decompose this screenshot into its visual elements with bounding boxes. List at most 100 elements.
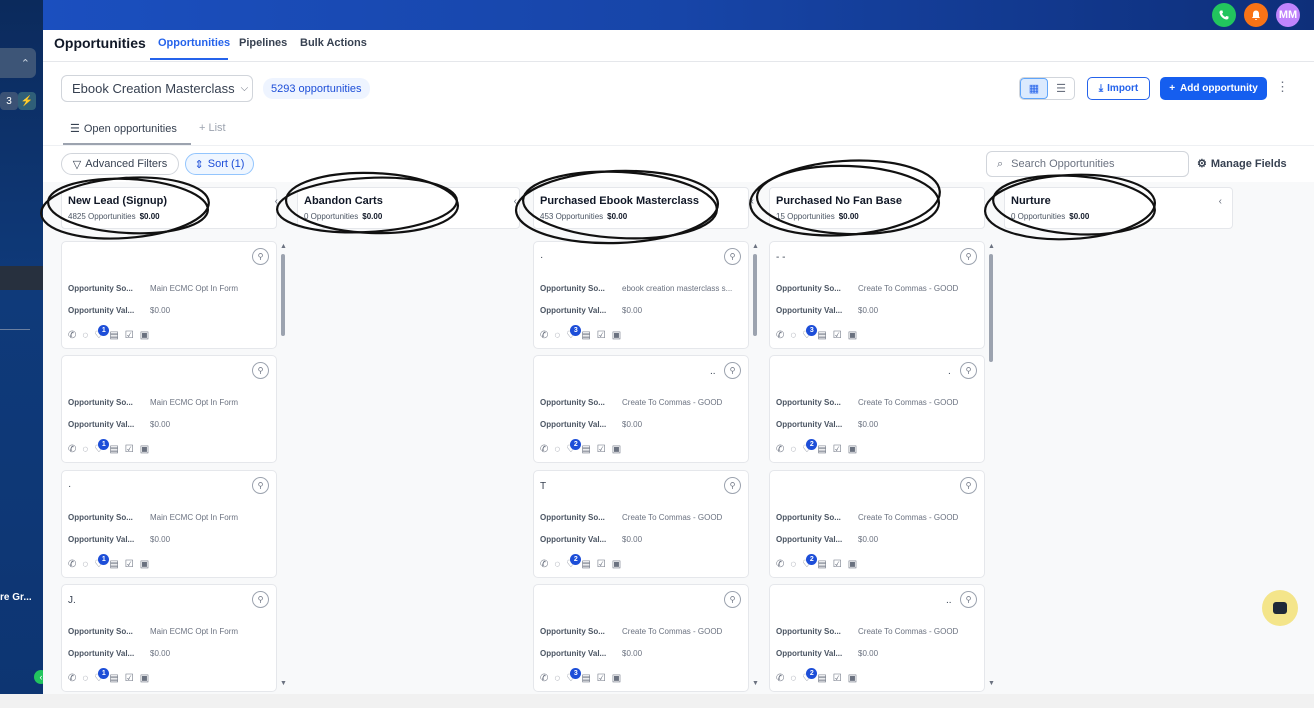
chat-icon[interactable]: ◌ bbox=[82, 673, 88, 684]
manage-fields-button[interactable]: ⚙ Manage Fields bbox=[1197, 157, 1287, 171]
phone-icon[interactable]: ✆ bbox=[68, 673, 76, 684]
scroll-up-icon[interactable]: ▲ bbox=[988, 243, 995, 250]
calendar-icon[interactable]: ▣ bbox=[612, 330, 621, 341]
assign-user-icon[interactable]: ⚲ bbox=[960, 477, 977, 494]
assign-user-icon[interactable]: ⚲ bbox=[252, 248, 269, 265]
note-icon[interactable]: ▤ bbox=[817, 559, 826, 570]
note-icon[interactable]: ▤ bbox=[581, 673, 590, 684]
tab-opportunities[interactable]: Opportunities bbox=[158, 37, 230, 49]
tab-pipelines[interactable]: Pipelines bbox=[239, 37, 287, 49]
phone-icon[interactable]: ✆ bbox=[776, 444, 784, 455]
chat-icon[interactable]: ◌ bbox=[790, 330, 796, 341]
phone-icon[interactable]: ✆ bbox=[540, 330, 548, 341]
calendar-icon[interactable]: ▣ bbox=[612, 444, 621, 455]
calendar-icon[interactable]: ▣ bbox=[140, 673, 149, 684]
stage-header-purchased-ebook[interactable]: Purchased Ebook Masterclass 453 Opportun… bbox=[533, 187, 754, 229]
assign-user-icon[interactable]: ⚲ bbox=[252, 477, 269, 494]
user-avatar[interactable]: MM bbox=[1276, 3, 1300, 27]
scroll-up-icon[interactable]: ▲ bbox=[280, 243, 287, 250]
phone-icon[interactable]: ✆ bbox=[776, 559, 784, 570]
opportunity-card[interactable]: · ⚲ Opportunity So... Main ECMC Opt In Fo… bbox=[61, 470, 277, 578]
calendar-icon[interactable]: ▣ bbox=[612, 673, 621, 684]
opportunity-card[interactable]: ⚲ Opportunity So... Create To Commas - GO… bbox=[533, 584, 749, 692]
add-opportunity-button[interactable]: + Add opportunity bbox=[1160, 77, 1267, 100]
task-icon[interactable]: ☑ bbox=[597, 559, 606, 570]
tab-bulk-actions[interactable]: Bulk Actions bbox=[300, 37, 367, 49]
chat-icon[interactable]: ◌ bbox=[790, 673, 796, 684]
tag-icon[interactable]: ♡ 3 bbox=[802, 325, 818, 341]
opportunity-card[interactable]: - - ⚲ Opportunity So... Create To Commas … bbox=[769, 241, 985, 349]
phone-icon[interactable]: ✆ bbox=[540, 559, 548, 570]
horizontal-scrollbar[interactable] bbox=[0, 694, 1314, 708]
scroll-down-icon[interactable]: ▼ bbox=[280, 680, 287, 687]
tag-icon[interactable]: ♡ 2 bbox=[566, 439, 582, 455]
column-scrollbar[interactable] bbox=[989, 254, 993, 362]
calendar-icon[interactable]: ▣ bbox=[612, 559, 621, 570]
phone-icon[interactable]: ✆ bbox=[68, 559, 76, 570]
chevron-left-icon[interactable]: ‹ bbox=[1219, 196, 1222, 207]
opportunity-card[interactable]: ⚲ Opportunity So... Create To Commas - GO… bbox=[769, 470, 985, 578]
list-view-icon[interactable]: ☰ bbox=[1048, 78, 1074, 99]
account-switcher[interactable]: ⌃ bbox=[0, 48, 36, 78]
note-icon[interactable]: ▤ bbox=[581, 444, 590, 455]
opportunity-card[interactable]: ⚲ Opportunity So... Main ECMC Opt In Form… bbox=[61, 355, 277, 463]
view-toggle[interactable]: ▦ ☰ bbox=[1019, 77, 1075, 100]
stage-header-abandon-carts[interactable]: Abandon Carts 0 Opportunities $0.00 ‹ bbox=[297, 187, 520, 229]
chat-icon[interactable]: ◌ bbox=[82, 444, 88, 455]
calendar-icon[interactable]: ▣ bbox=[848, 330, 857, 341]
tag-icon[interactable]: ♡ 1 bbox=[94, 668, 110, 684]
task-icon[interactable]: ☑ bbox=[597, 444, 606, 455]
chat-icon[interactable]: ◌ bbox=[790, 444, 796, 455]
note-icon[interactable]: ▤ bbox=[109, 559, 118, 570]
calendar-icon[interactable]: ▣ bbox=[848, 444, 857, 455]
phone-icon[interactable]: ✆ bbox=[540, 444, 548, 455]
subtab-add-list[interactable]: + List bbox=[199, 122, 226, 134]
stage-header-nurture[interactable]: Nurture 0 Opportunities $0.00 ‹ bbox=[1004, 187, 1233, 229]
note-icon[interactable]: ▤ bbox=[109, 673, 118, 684]
opportunity-card[interactable]: J. ⚲ Opportunity So... Main ECMC Opt In F… bbox=[61, 584, 277, 692]
task-icon[interactable]: ☑ bbox=[833, 673, 842, 684]
chat-icon[interactable]: ◌ bbox=[554, 673, 560, 684]
opportunity-card[interactable]: .. ⚲ Opportunity So... Create To Commas -… bbox=[533, 355, 749, 463]
assign-user-icon[interactable]: ⚲ bbox=[252, 362, 269, 379]
opportunity-card[interactable]: ⚲ Opportunity So... Main ECMC Opt In Form… bbox=[61, 241, 277, 349]
advanced-filters-button[interactable]: ▽ Advanced Filters bbox=[61, 153, 179, 175]
task-icon[interactable]: ☑ bbox=[833, 559, 842, 570]
chat-icon[interactable]: ◌ bbox=[554, 330, 560, 341]
chat-icon[interactable]: ◌ bbox=[554, 559, 560, 570]
tag-icon[interactable]: ♡ 3 bbox=[566, 325, 582, 341]
tag-icon[interactable]: ♡ 1 bbox=[94, 325, 110, 341]
assign-user-icon[interactable]: ⚲ bbox=[960, 362, 977, 379]
subtab-open-opportunities[interactable]: ☰ Open opportunities bbox=[70, 122, 177, 136]
tag-icon[interactable]: ♡ 1 bbox=[94, 554, 110, 570]
chat-icon[interactable]: ◌ bbox=[790, 559, 796, 570]
stage-header-purchased-no-fan[interactable]: Purchased No Fan Base 15 Opportunities $0… bbox=[769, 187, 985, 229]
column-scrollbar[interactable] bbox=[281, 254, 285, 336]
tag-icon[interactable]: ♡ 2 bbox=[802, 668, 818, 684]
calendar-icon[interactable]: ▣ bbox=[140, 444, 149, 455]
opportunity-card[interactable]: . ⚲ Opportunity So... Create To Commas - … bbox=[769, 355, 985, 463]
task-icon[interactable]: ☑ bbox=[125, 673, 134, 684]
phone-icon[interactable]: ✆ bbox=[540, 673, 548, 684]
task-icon[interactable]: ☑ bbox=[597, 673, 606, 684]
bell-icon[interactable] bbox=[1244, 3, 1268, 27]
note-icon[interactable]: ▤ bbox=[581, 330, 590, 341]
note-icon[interactable]: ▤ bbox=[581, 559, 590, 570]
scroll-down-icon[interactable]: ▼ bbox=[988, 680, 995, 687]
phone-icon[interactable]: ✆ bbox=[776, 673, 784, 684]
column-scrollbar[interactable] bbox=[753, 254, 757, 336]
assign-user-icon[interactable]: ⚲ bbox=[960, 248, 977, 265]
sidebar-chip-a[interactable]: 3 bbox=[0, 92, 18, 110]
chat-icon[interactable]: ◌ bbox=[554, 444, 560, 455]
calendar-icon[interactable]: ▣ bbox=[140, 559, 149, 570]
board-view-icon[interactable]: ▦ bbox=[1020, 78, 1048, 99]
assign-user-icon[interactable]: ⚲ bbox=[724, 477, 741, 494]
tag-icon[interactable]: ♡ 3 bbox=[566, 668, 582, 684]
scroll-down-icon[interactable]: ▼ bbox=[752, 680, 759, 687]
sidebar-active-item[interactable] bbox=[0, 266, 43, 290]
opportunity-card[interactable]: .. ⚲ Opportunity So... Create To Commas -… bbox=[769, 584, 985, 692]
note-icon[interactable]: ▤ bbox=[817, 330, 826, 341]
scroll-up-icon[interactable]: ▲ bbox=[752, 243, 759, 250]
phone-icon[interactable]: ✆ bbox=[68, 444, 76, 455]
task-icon[interactable]: ☑ bbox=[125, 444, 134, 455]
